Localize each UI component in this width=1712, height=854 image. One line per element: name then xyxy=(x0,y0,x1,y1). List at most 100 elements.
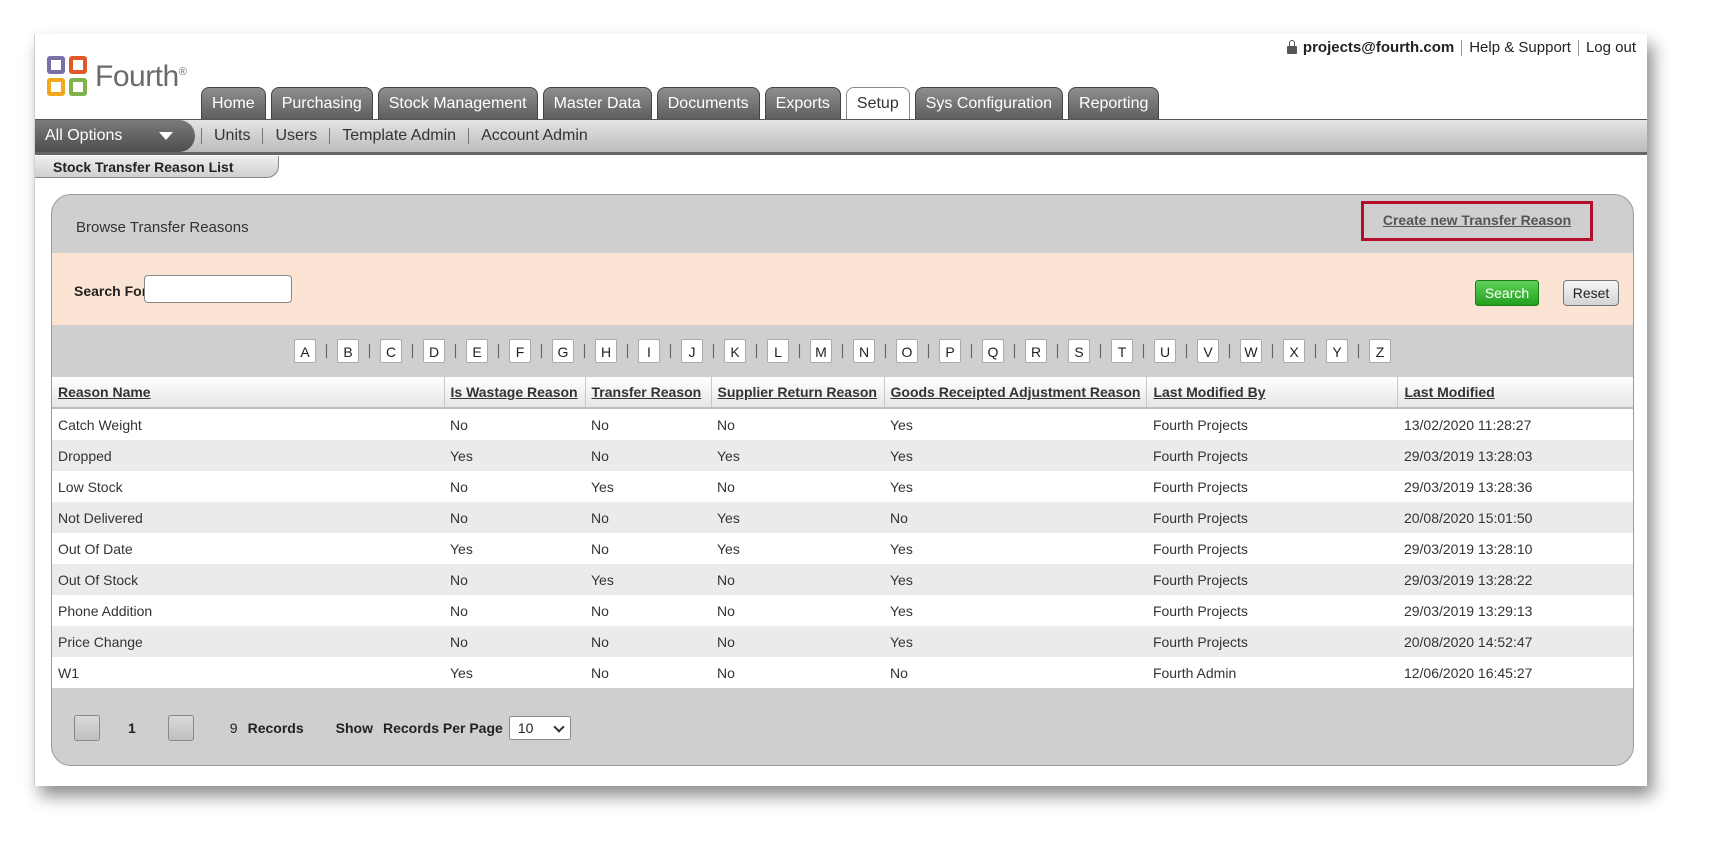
prev-page-button[interactable] xyxy=(74,715,100,741)
letter-filter-l[interactable]: L xyxy=(767,339,789,363)
table-row[interactable]: Out Of Date Yes No Yes Yes Fourth Projects 29/… xyxy=(52,533,1633,564)
table-row[interactable]: Dropped Yes No Yes Yes Fourth Projects 29/03/2… xyxy=(52,440,1633,471)
letter-filter-z[interactable]: Z xyxy=(1369,339,1391,363)
table-cell: No xyxy=(585,626,711,657)
tab-master-data[interactable]: Master Data xyxy=(542,87,652,119)
letter-filter-p[interactable]: P xyxy=(939,339,961,363)
column-header[interactable]: Last Modified xyxy=(1397,377,1633,409)
letter-separator: | xyxy=(969,343,974,359)
subnav-units[interactable]: Units xyxy=(201,128,262,144)
table-cell: Yes xyxy=(711,440,884,471)
letter-filter-y[interactable]: Y xyxy=(1326,339,1348,363)
column-header[interactable]: Goods Receipted Adjustment Reason xyxy=(883,377,1147,409)
all-options-label: All Options xyxy=(45,127,123,144)
letter-filter-e[interactable]: E xyxy=(466,339,488,363)
column-header[interactable]: Last Modified By xyxy=(1146,377,1398,409)
table-cell: Phone Addition xyxy=(52,595,444,626)
app-window: Fourth® projects@fourth.com Help & Suppo… xyxy=(34,34,1647,786)
letter-filter-a[interactable]: A xyxy=(294,339,316,363)
browse-panel: Browse Transfer Reasons Create new Trans… xyxy=(51,194,1634,766)
table-cell: No xyxy=(711,564,884,595)
table-cell: Fourth Admin xyxy=(1146,657,1398,688)
fourth-logo[interactable]: Fourth® xyxy=(47,56,187,98)
letter-separator: | xyxy=(840,343,845,359)
table-cell: Fourth Projects xyxy=(1146,564,1398,595)
subnav-template-admin[interactable]: Template Admin xyxy=(329,128,468,144)
table-cell: Yes xyxy=(884,564,1147,595)
table-cell: Fourth Projects xyxy=(1146,440,1398,471)
fourth-logo-icon xyxy=(47,56,89,98)
create-transfer-reason-link[interactable]: Create new Transfer Reason xyxy=(1383,212,1571,228)
table-cell: Not Delivered xyxy=(52,502,444,533)
table-cell: 29/03/2019 13:28:10 xyxy=(1397,533,1633,564)
search-input[interactable] xyxy=(144,275,292,303)
letter-filter-m[interactable]: M xyxy=(810,339,832,363)
letter-filter-d[interactable]: D xyxy=(423,339,445,363)
table-cell: Yes xyxy=(444,440,585,471)
help-support-link[interactable]: Help & Support xyxy=(1461,40,1578,56)
letter-separator: | xyxy=(1270,343,1275,359)
logout-link[interactable]: Log out xyxy=(1577,40,1643,56)
reset-button[interactable]: Reset xyxy=(1563,280,1619,306)
letter-filter-h[interactable]: H xyxy=(595,339,617,363)
letter-filter-f[interactable]: F xyxy=(509,339,531,363)
table-cell: Yes xyxy=(585,564,711,595)
table-row[interactable]: Price Change No No No Yes Fourth Projects 20/0… xyxy=(52,626,1633,657)
subnav-account-admin[interactable]: Account Admin xyxy=(468,128,600,144)
letter-filter-g[interactable]: G xyxy=(552,339,574,363)
alphabet-filter: A | B | C | D | E | F | G | H | I | J | K | L | M | N | O | P | Q | R | S | T |… xyxy=(52,325,1633,377)
column-header[interactable]: Supplier Return Reason xyxy=(710,377,884,409)
current-page: 1 xyxy=(128,720,136,736)
table-cell: Yes xyxy=(884,533,1147,564)
letter-separator: | xyxy=(324,343,329,359)
tab-stock-management[interactable]: Stock Management xyxy=(377,87,538,119)
table-row[interactable]: Not Delivered No No Yes No Fourth Projects 20/… xyxy=(52,502,1633,533)
tab-setup[interactable]: Setup xyxy=(845,87,910,120)
table-row[interactable]: W1 Yes No No No Fourth Admin 12/06/2020 16:45:… xyxy=(52,657,1633,688)
tab-sys-configuration[interactable]: Sys Configuration xyxy=(914,87,1064,119)
table-cell: Fourth Projects xyxy=(1146,533,1398,564)
letter-filter-q[interactable]: Q xyxy=(982,339,1004,363)
table-cell: Yes xyxy=(884,440,1147,471)
table-row[interactable]: Phone Addition No No No Yes Fourth Projects 29… xyxy=(52,595,1633,626)
column-header[interactable]: Transfer Reason xyxy=(584,377,711,409)
table-row[interactable]: Catch Weight No No No Yes Fourth Projects 13/0… xyxy=(52,408,1633,440)
table-body: Catch Weight No No No Yes Fourth Projects 13/0… xyxy=(52,408,1633,688)
next-page-button[interactable] xyxy=(167,715,194,741)
table-cell: Dropped xyxy=(52,440,444,471)
column-header[interactable]: Reason Name xyxy=(52,377,444,409)
caret-down-icon xyxy=(159,132,173,140)
tab-documents[interactable]: Documents xyxy=(656,87,760,119)
letter-filter-v[interactable]: V xyxy=(1197,339,1219,363)
user-account[interactable]: projects@fourth.com xyxy=(1280,40,1461,56)
letter-separator: | xyxy=(625,343,630,359)
tab-exports[interactable]: Exports xyxy=(764,87,841,119)
letter-filter-c[interactable]: C xyxy=(380,339,402,363)
letter-filter-o[interactable]: O xyxy=(896,339,918,363)
user-email: projects@fourth.com xyxy=(1302,39,1455,56)
column-header[interactable]: Is Wastage Reason xyxy=(443,377,585,409)
letter-filter-k[interactable]: K xyxy=(724,339,746,363)
tab-home[interactable]: Home xyxy=(201,87,266,119)
table-cell: 12/06/2020 16:45:27 xyxy=(1397,657,1633,688)
letter-filter-n[interactable]: N xyxy=(853,339,875,363)
letter-filter-j[interactable]: J xyxy=(681,339,703,363)
records-per-page-select[interactable]: 10 xyxy=(508,716,571,740)
table-cell: Fourth Projects xyxy=(1146,471,1398,502)
letter-filter-s[interactable]: S xyxy=(1068,339,1090,363)
search-button[interactable]: Search xyxy=(1475,280,1539,306)
tab-reporting[interactable]: Reporting xyxy=(1068,87,1160,119)
letter-filter-r[interactable]: R xyxy=(1025,339,1047,363)
all-options-dropdown[interactable]: All Options xyxy=(35,120,195,152)
letter-filter-u[interactable]: U xyxy=(1154,339,1176,363)
letter-filter-i[interactable]: I xyxy=(638,339,660,363)
table-cell: Yes xyxy=(884,471,1147,502)
tab-purchasing[interactable]: Purchasing xyxy=(270,87,373,119)
letter-filter-t[interactable]: T xyxy=(1111,339,1133,363)
subnav-users[interactable]: Users xyxy=(262,128,329,144)
letter-filter-b[interactable]: B xyxy=(337,339,359,363)
letter-filter-x[interactable]: X xyxy=(1283,339,1305,363)
table-row[interactable]: Out Of Stock No Yes No Yes Fourth Projects 29/… xyxy=(52,564,1633,595)
table-row[interactable]: Low Stock No Yes No Yes Fourth Projects 29/03/… xyxy=(52,471,1633,502)
letter-filter-w[interactable]: W xyxy=(1240,339,1262,363)
